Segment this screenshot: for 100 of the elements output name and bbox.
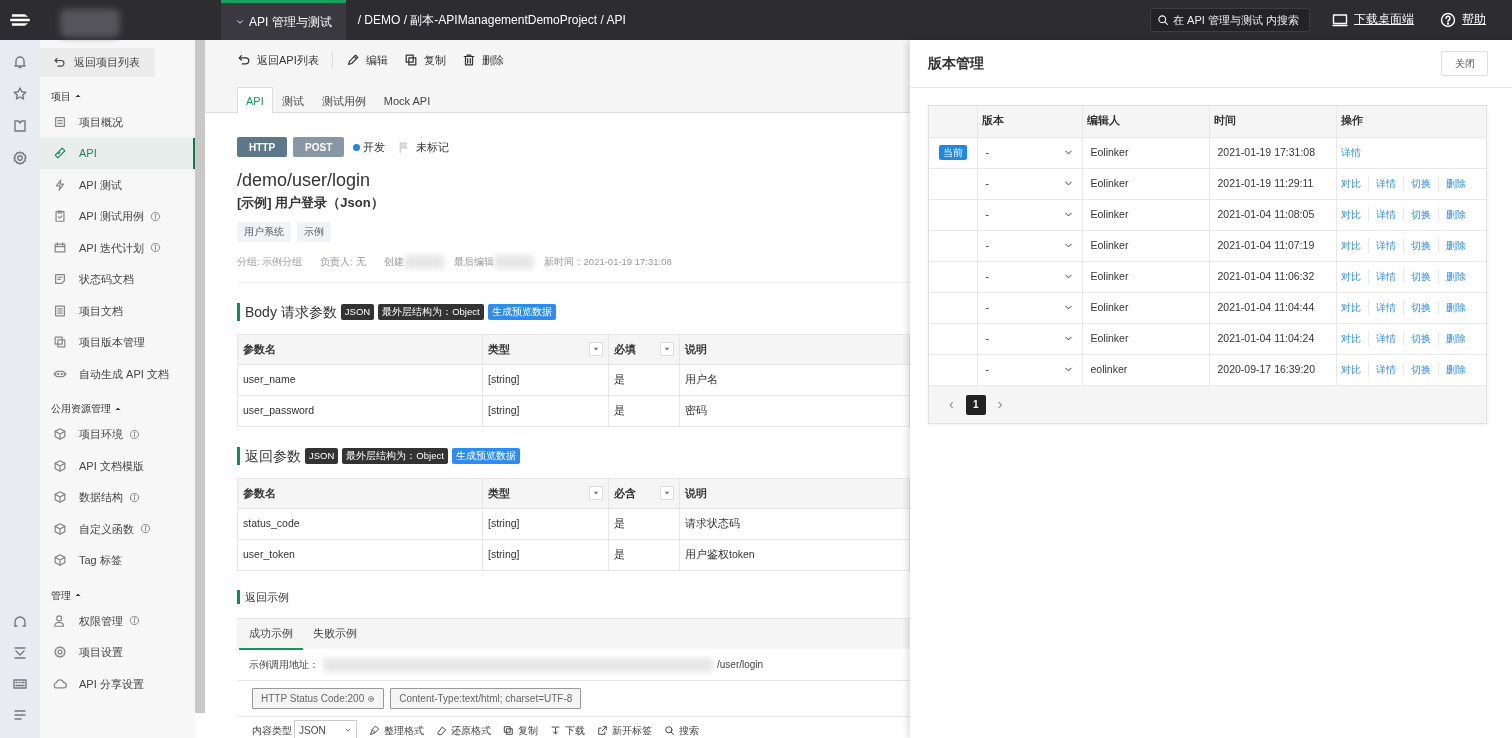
headset-icon[interactable] xyxy=(12,614,28,630)
action-link[interactable]: 对比 xyxy=(1340,269,1368,284)
filter-button[interactable] xyxy=(660,485,674,500)
top-link[interactable]: 下载桌面端 xyxy=(1332,11,1414,29)
action-link[interactable]: 详情 xyxy=(1367,300,1403,315)
section-header[interactable]: 项目 xyxy=(40,86,195,106)
sidebar-item[interactable]: API 迭代计划 xyxy=(40,232,195,264)
action-link[interactable]: 详情 xyxy=(1340,145,1368,160)
format-action[interactable]: 搜索 xyxy=(663,722,699,738)
download-icon[interactable] xyxy=(12,645,28,661)
page-button[interactable]: 1 xyxy=(965,394,986,415)
scrollbar[interactable] xyxy=(195,40,205,713)
column-header: 时间 xyxy=(1213,114,1236,127)
sidebar-item[interactable]: 项目概况 xyxy=(40,106,195,138)
toolbar-button[interactable]: 编辑 xyxy=(331,51,388,69)
version-select[interactable]: - xyxy=(985,268,1074,285)
sidebar-item[interactable]: 项目环境 xyxy=(40,418,195,450)
version-select[interactable]: - xyxy=(985,206,1074,223)
version-select[interactable]: - xyxy=(985,330,1074,347)
action-link[interactable]: 对比 xyxy=(1340,176,1368,191)
action-link[interactable]: 切换 xyxy=(1402,207,1438,222)
tab[interactable]: 成功示例 xyxy=(239,619,303,650)
top-link[interactable]: 帮助 xyxy=(1440,11,1486,29)
toolbar-button[interactable]: 返回API列表 xyxy=(237,40,319,80)
action-link[interactable]: 切换 xyxy=(1402,238,1438,253)
keyboard-icon[interactable] xyxy=(12,676,28,692)
close-button[interactable]: 关闭 xyxy=(1441,51,1488,76)
column-header: 类型 xyxy=(488,342,510,355)
sidebar-item[interactable]: Tag 标签 xyxy=(40,544,195,576)
section-header[interactable]: 公用资源管理 xyxy=(40,398,195,419)
format-action[interactable]: 复制 xyxy=(502,722,538,738)
tab[interactable]: 测试 xyxy=(272,87,313,114)
sidebar-item[interactable]: API 分享设置 xyxy=(40,668,195,700)
section-header[interactable]: 管理 xyxy=(40,585,195,605)
sidebar-item[interactable]: 项目文档 xyxy=(40,295,195,327)
action-link[interactable]: 切换 xyxy=(1402,176,1438,191)
action-link[interactable]: 切换 xyxy=(1402,269,1438,284)
action-link[interactable]: 详情 xyxy=(1367,176,1403,191)
tab[interactable]: API xyxy=(237,87,273,114)
version-select[interactable]: - xyxy=(985,237,1074,254)
filter-button[interactable] xyxy=(589,341,603,356)
sidebar-item[interactable]: API 测试 xyxy=(40,169,195,201)
tab[interactable]: 失败示例 xyxy=(303,619,367,650)
action-link[interactable]: 详情 xyxy=(1367,269,1403,284)
tab[interactable]: Mock API xyxy=(374,87,440,114)
sidebar-item[interactable]: 自定义函数 xyxy=(40,513,195,545)
action-link[interactable]: 对比 xyxy=(1340,238,1368,253)
action-link[interactable]: 切换 xyxy=(1402,362,1438,378)
action-link[interactable]: 删除 xyxy=(1437,362,1473,378)
action-link[interactable]: 删除 xyxy=(1437,207,1473,222)
filter-button[interactable] xyxy=(660,341,674,356)
table-cell: Eolinker xyxy=(1090,145,1129,158)
action-link[interactable]: 删除 xyxy=(1437,269,1473,284)
action-link[interactable]: 对比 xyxy=(1340,300,1368,315)
filter-button[interactable] xyxy=(589,485,603,500)
version-select[interactable]: - xyxy=(985,361,1074,378)
shirt-icon[interactable] xyxy=(12,118,28,134)
back-button[interactable]: 返回项目列表 xyxy=(40,48,155,77)
tab[interactable]: 测试用例 xyxy=(312,87,375,114)
format-select[interactable]: JSON xyxy=(294,720,357,738)
format-action[interactable]: 整理格式 xyxy=(368,722,424,738)
sidebar-item[interactable]: 数据结构 xyxy=(40,481,195,513)
star-icon[interactable] xyxy=(12,86,28,102)
module-dropdown[interactable]: API 管理与测试 xyxy=(221,0,346,40)
action-link[interactable]: 对比 xyxy=(1340,331,1368,346)
table-cell: 2021-01-04 11:06:32 xyxy=(1217,269,1315,282)
column-header: 参数名 xyxy=(243,342,276,355)
format-action[interactable]: 新开标签 xyxy=(596,722,652,738)
sidebar-item[interactable]: API 文档模版 xyxy=(40,450,195,482)
search-field[interactable]: 在 API 管理与测试 内搜索 xyxy=(1150,8,1310,32)
action-link[interactable]: 对比 xyxy=(1340,207,1368,222)
version-select[interactable]: - xyxy=(985,175,1074,192)
sidebar-item[interactable]: 项目版本管理 xyxy=(40,326,195,358)
action-link[interactable]: 对比 xyxy=(1340,362,1368,378)
action-link[interactable]: 详情 xyxy=(1367,207,1403,222)
menu-icon[interactable] xyxy=(12,707,28,723)
sidebar-item[interactable]: 状态码文档 xyxy=(40,263,195,295)
format-action[interactable]: 还原格式 xyxy=(435,722,491,738)
sidebar-item[interactable]: 自动生成 API 文档 xyxy=(40,358,195,390)
action-link[interactable]: 删除 xyxy=(1437,331,1473,346)
copy-icon xyxy=(403,53,418,67)
action-link[interactable]: 切换 xyxy=(1402,331,1438,346)
toolbar-button[interactable]: 删除 xyxy=(461,40,504,80)
sidebar-item[interactable]: API 测试用例 xyxy=(40,200,195,232)
action-link[interactable]: 详情 xyxy=(1367,238,1403,253)
format-action[interactable]: 下载 xyxy=(549,722,585,738)
action-link[interactable]: 删除 xyxy=(1437,176,1473,191)
table-cell: [string] xyxy=(488,517,520,530)
sidebar-item[interactable]: 项目设置 xyxy=(40,636,195,668)
action-link[interactable]: 切换 xyxy=(1402,300,1438,315)
sidebar-item[interactable]: API xyxy=(40,137,195,169)
action-link[interactable]: 详情 xyxy=(1367,362,1403,378)
version-select[interactable]: - xyxy=(985,144,1074,161)
bell-icon[interactable] xyxy=(12,54,28,70)
action-link[interactable]: 详情 xyxy=(1367,331,1403,346)
action-link[interactable]: 删除 xyxy=(1437,300,1473,315)
toolbar-button[interactable]: 复制 xyxy=(403,40,446,80)
sidebar-item[interactable]: 权限管理 xyxy=(40,605,195,637)
version-select[interactable]: - xyxy=(985,299,1074,316)
action-link[interactable]: 删除 xyxy=(1437,238,1473,253)
